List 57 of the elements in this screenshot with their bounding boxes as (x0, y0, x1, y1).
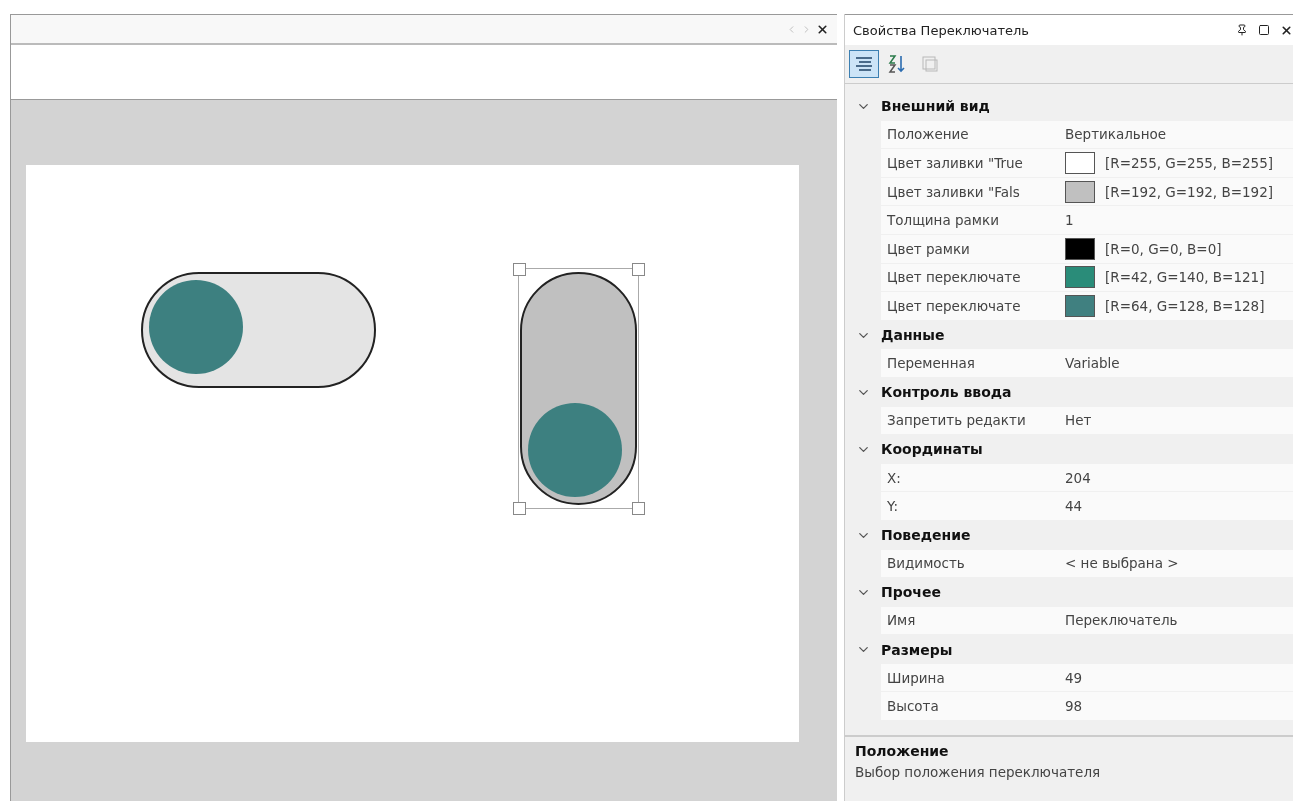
property-value[interactable]: 44 (1065, 498, 1083, 515)
property-name: Положение (886, 126, 970, 143)
category-header: Внешний вид (881, 98, 990, 115)
property-value[interactable]: < не выбрана > (1065, 555, 1179, 572)
sort-az-icon (887, 54, 907, 74)
color-swatch[interactable] (1065, 266, 1095, 289)
resize-handle[interactable] (513, 502, 526, 515)
property-value[interactable]: Вертикальное (1065, 126, 1167, 143)
property-name: Цвет переключате (886, 297, 1022, 314)
property-name: Цвет заливки "True (886, 155, 1024, 171)
property-pages-icon (921, 55, 939, 73)
maximize-button[interactable] (1258, 24, 1270, 36)
property-name: Цвет рамки (886, 240, 971, 257)
categorized-button[interactable] (849, 50, 879, 78)
close-button[interactable] (1280, 23, 1293, 37)
property-name: Переменная (886, 355, 976, 372)
category-header: Данные (881, 327, 945, 344)
property-value[interactable]: 1 (1065, 212, 1074, 229)
panel-title: Свойства Переключатель (853, 22, 1030, 38)
property-name: Видимость (886, 555, 966, 572)
property-value[interactable]: [R=255, G=255, B=255] (1105, 155, 1274, 171)
property-value[interactable]: 204 (1065, 469, 1091, 486)
description-title: Положение (855, 743, 950, 759)
property-name: Запретить редакти (886, 412, 1027, 429)
color-swatch[interactable] (1065, 237, 1095, 260)
property-name: Цвет заливки "Fals (886, 183, 1021, 200)
close-button[interactable] (816, 22, 829, 36)
resize-handle[interactable] (632, 502, 645, 515)
category-header: Поведение (881, 527, 971, 544)
resize-handle[interactable] (513, 263, 526, 276)
resize-handle[interactable] (632, 263, 645, 276)
property-name: Имя (886, 612, 917, 629)
property-name: X: (886, 469, 902, 486)
category-header: Прочее (881, 584, 941, 601)
property-value[interactable]: 98 (1065, 698, 1083, 715)
pin-button[interactable] (1236, 24, 1248, 36)
property-value[interactable]: Variable (1065, 355, 1120, 372)
property-value[interactable]: [R=42, G=140, B=121] (1105, 269, 1265, 286)
property-value[interactable]: Нет (1065, 412, 1092, 429)
property-name: Высота (886, 698, 940, 715)
category-header: Координаты (881, 441, 983, 458)
description-text: Выбор положения переключателя (855, 764, 1102, 780)
color-swatch[interactable] (1065, 180, 1095, 203)
property-name: Y: (886, 498, 899, 515)
color-swatch[interactable] (1065, 294, 1095, 317)
property-value[interactable]: [R=192, G=192, B=192] (1105, 183, 1274, 200)
property-name: Ширина (886, 669, 946, 686)
category-header: Размеры (881, 641, 953, 658)
property-name: Цвет переключате (886, 269, 1022, 286)
category-header: Контроль ввода (881, 384, 1012, 401)
property-value[interactable]: 49 (1065, 669, 1083, 686)
property-value[interactable]: [R=64, G=128, B=128] (1105, 297, 1265, 314)
categorized-icon (855, 55, 873, 73)
property-value[interactable]: Переключатель (1065, 612, 1178, 629)
property-name: Толщина рамки (886, 212, 1000, 229)
color-swatch[interactable] (1065, 152, 1095, 174)
property-value[interactable]: [R=0, G=0, B=0] (1105, 240, 1222, 257)
